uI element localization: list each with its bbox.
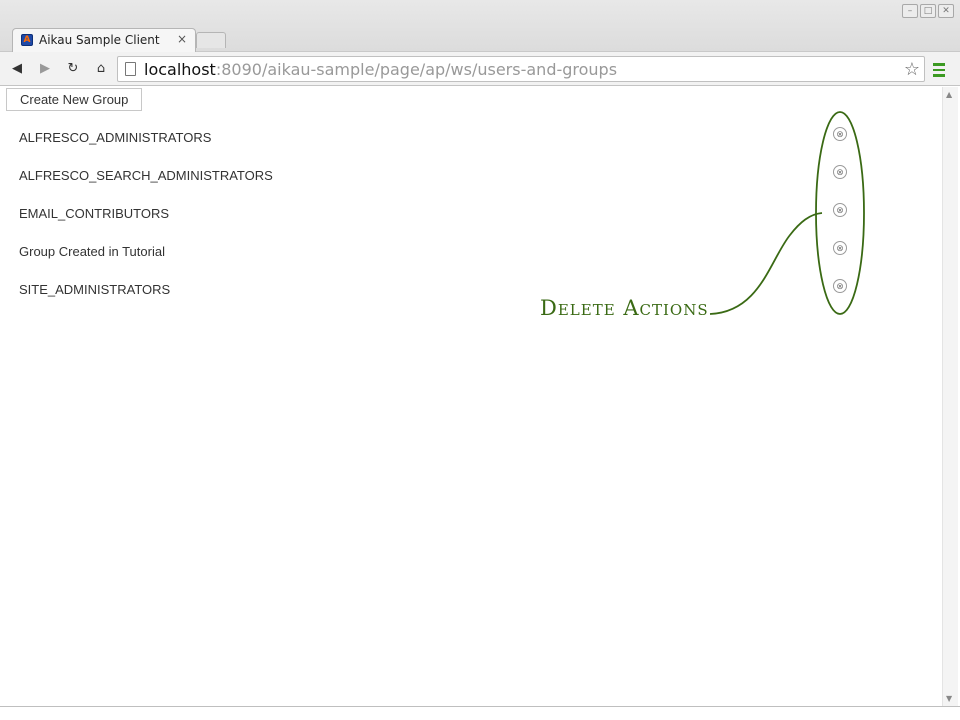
new-tab-button[interactable] — [196, 32, 226, 48]
group-name: EMAIL_CONTRIBUTORS — [19, 206, 170, 221]
group-row: Group Created in Tutorial ⊗ — [0, 233, 942, 271]
browser-toolbar: ◀ ▶ ↻ ⌂ localhost:8090/aikau-sample/page… — [0, 52, 960, 86]
page-icon — [125, 62, 136, 76]
group-row: EMAIL_CONTRIBUTORS ⊗ — [0, 195, 942, 233]
tab-close-icon[interactable]: × — [177, 32, 187, 46]
group-name: ALFRESCO_ADMINISTRATORS — [19, 130, 212, 145]
address-bar[interactable]: localhost:8090/aikau-sample/page/ap/ws/u… — [117, 56, 925, 82]
reload-icon[interactable]: ↻ — [64, 60, 82, 78]
window-bottom-border — [0, 706, 960, 720]
window-controls: – □ ✕ — [902, 4, 954, 18]
aikau-favicon-icon: A — [21, 34, 33, 46]
delete-icon[interactable]: ⊗ — [833, 165, 847, 179]
browser-titlebar: A Aikau Sample Client × – □ ✕ — [0, 0, 960, 52]
maximize-icon[interactable]: □ — [920, 4, 936, 18]
create-new-group-button[interactable]: Create New Group — [6, 88, 143, 111]
scroll-up-icon[interactable]: ▲ — [946, 90, 952, 99]
group-row: SITE_ADMINISTRATORS ⊗ — [0, 271, 942, 309]
url-path: :8090/aikau-sample/page/ap/ws/users-and-… — [215, 60, 618, 79]
bookmark-star-icon[interactable]: ☆ — [904, 59, 920, 80]
tab-title: Aikau Sample Client — [39, 33, 160, 47]
page-viewport: Create New Group ALFRESCO_ADMINISTRATORS… — [0, 87, 942, 706]
group-row: ALFRESCO_SEARCH_ADMINISTRATORS ⊗ — [0, 157, 942, 195]
annotation-label: Delete Actions — [540, 296, 709, 320]
minimize-icon[interactable]: – — [902, 4, 918, 18]
home-icon[interactable]: ⌂ — [92, 60, 110, 78]
browser-menu-icon[interactable] — [930, 60, 948, 78]
url-text: localhost:8090/aikau-sample/page/ap/ws/u… — [144, 60, 617, 79]
delete-icon[interactable]: ⊗ — [833, 127, 847, 141]
group-name: Group Created in Tutorial — [19, 244, 165, 259]
group-row: ALFRESCO_ADMINISTRATORS ⊗ — [0, 119, 942, 157]
vertical-scrollbar[interactable]: ▲ ▼ — [942, 87, 958, 706]
scroll-down-icon[interactable]: ▼ — [946, 694, 952, 703]
delete-icon[interactable]: ⊗ — [833, 279, 847, 293]
forward-icon[interactable]: ▶ — [36, 60, 54, 78]
delete-icon[interactable]: ⊗ — [833, 203, 847, 217]
group-name: SITE_ADMINISTRATORS — [19, 282, 171, 297]
group-name: ALFRESCO_SEARCH_ADMINISTRATORS — [19, 168, 273, 183]
close-window-icon[interactable]: ✕ — [938, 4, 954, 18]
back-icon[interactable]: ◀ — [8, 60, 26, 78]
browser-tab[interactable]: A Aikau Sample Client × — [12, 28, 196, 52]
delete-icon[interactable]: ⊗ — [833, 241, 847, 255]
url-host: localhost — [144, 60, 216, 79]
